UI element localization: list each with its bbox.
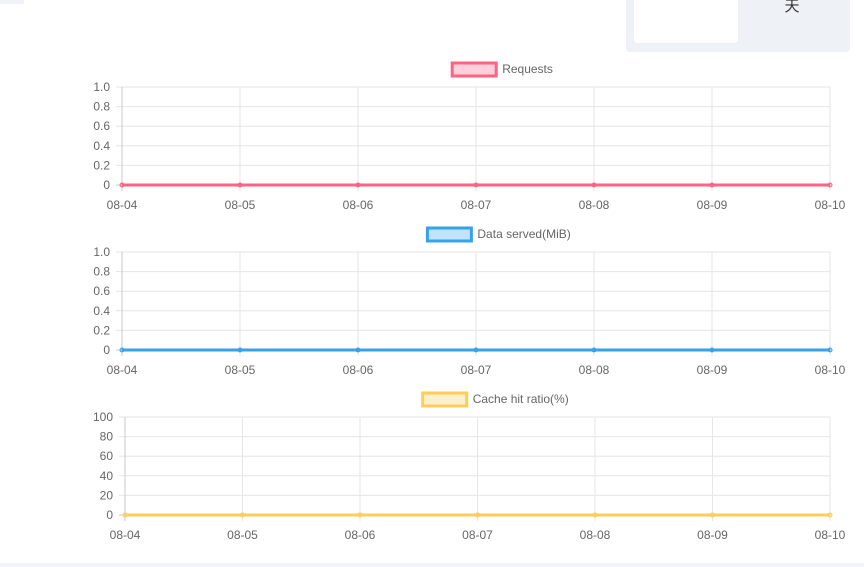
x-tick-label: 08-09 <box>697 363 728 377</box>
data-point <box>119 182 125 188</box>
data-point <box>475 512 480 518</box>
legend-label: Cache hit ratio(%) <box>473 392 569 406</box>
y-tick-label: 0.4 <box>93 304 110 318</box>
x-tick-label: 08-05 <box>225 198 256 212</box>
chart-2: 1.0 0.8 0.6 0.4 0.2 0 08-04 08-05 08-06 08-07 08-0… <box>93 226 846 377</box>
y-tick-label: 0.2 <box>93 158 110 172</box>
chart-3: 100 80 60 40 20 0 08-04 08-05 08-06 08-07 08-08 08-… <box>93 391 846 542</box>
x-tick-label: 08-07 <box>461 363 492 377</box>
data-point <box>709 347 715 353</box>
data-point <box>473 347 479 353</box>
legend-swatch <box>450 61 498 78</box>
y-tick-label: 0.2 <box>93 323 110 337</box>
footer-strip <box>0 563 864 567</box>
x-tick-label: 08-04 <box>107 198 138 212</box>
x-tick-label: 08-08 <box>579 198 610 212</box>
x-tick-label: 08-10 <box>815 528 846 542</box>
x-tick-label: 08-09 <box>697 528 728 542</box>
legend-swatch <box>425 226 473 243</box>
data-point <box>592 512 598 518</box>
x-tick-label: 08-06 <box>345 528 376 542</box>
y-tick-label: 40 <box>100 469 114 483</box>
data-point <box>827 512 833 518</box>
x-tick-label: 08-04 <box>110 528 141 542</box>
chart-1: 1.0 0.8 0.6 0.4 0.2 0 08-04 08-05 08-06 08-07 08-0… <box>93 61 846 212</box>
y-tick-label: 0.8 <box>93 100 110 114</box>
data-point <box>355 182 361 188</box>
x-tick-label: 08-05 <box>225 363 256 377</box>
x-tick-label: 08-05 <box>227 528 258 542</box>
y-tick-label: 0 <box>103 178 110 192</box>
data-point <box>237 347 243 353</box>
data-point <box>591 182 597 188</box>
data-point <box>122 512 128 518</box>
legend-swatch <box>421 391 469 408</box>
x-tick-label: 08-10 <box>815 363 846 377</box>
y-tick-label: 80 <box>100 430 114 444</box>
x-tick-label: 08-10 <box>815 198 846 212</box>
data-point <box>473 182 479 188</box>
y-tick-label: 0 <box>103 343 110 357</box>
legend-label: Data served(MiB) <box>477 227 570 241</box>
y-tick-label: 0.6 <box>93 119 110 133</box>
data-point <box>357 512 363 518</box>
y-tick-label: 60 <box>100 449 114 463</box>
data-point <box>709 182 715 188</box>
y-tick-label: 1.0 <box>93 245 110 259</box>
x-tick-label: 08-08 <box>579 363 610 377</box>
legend-label: Requests <box>502 62 553 76</box>
data-point <box>827 347 833 353</box>
data-point <box>240 512 245 518</box>
data-point <box>237 182 243 188</box>
x-tick-label: 08-06 <box>343 198 374 212</box>
x-tick-label: 08-07 <box>461 198 492 212</box>
y-tick-label: 0.8 <box>93 265 110 279</box>
y-tick-label: 0.4 <box>93 139 110 153</box>
x-tick-label: 08-07 <box>462 528 493 542</box>
data-point <box>591 347 597 353</box>
y-tick-label: 100 <box>93 410 113 424</box>
x-tick-label: 08-04 <box>107 363 138 377</box>
y-tick-label: 20 <box>100 488 114 502</box>
x-tick-label: 08-06 <box>343 363 374 377</box>
data-point <box>710 512 715 518</box>
data-point <box>827 182 833 188</box>
charts-area: 1.0 0.8 0.6 0.4 0.2 0 08-04 08-05 08-06 08-07 08-0… <box>93 61 846 542</box>
y-tick-label: 0.6 <box>93 284 110 298</box>
x-tick-label: 08-08 <box>580 528 611 542</box>
y-tick-label: 1.0 <box>93 80 110 94</box>
x-tick-label: 08-09 <box>697 198 728 212</box>
data-point <box>355 347 361 353</box>
data-point <box>119 347 125 353</box>
y-tick-label: 0 <box>106 508 113 522</box>
